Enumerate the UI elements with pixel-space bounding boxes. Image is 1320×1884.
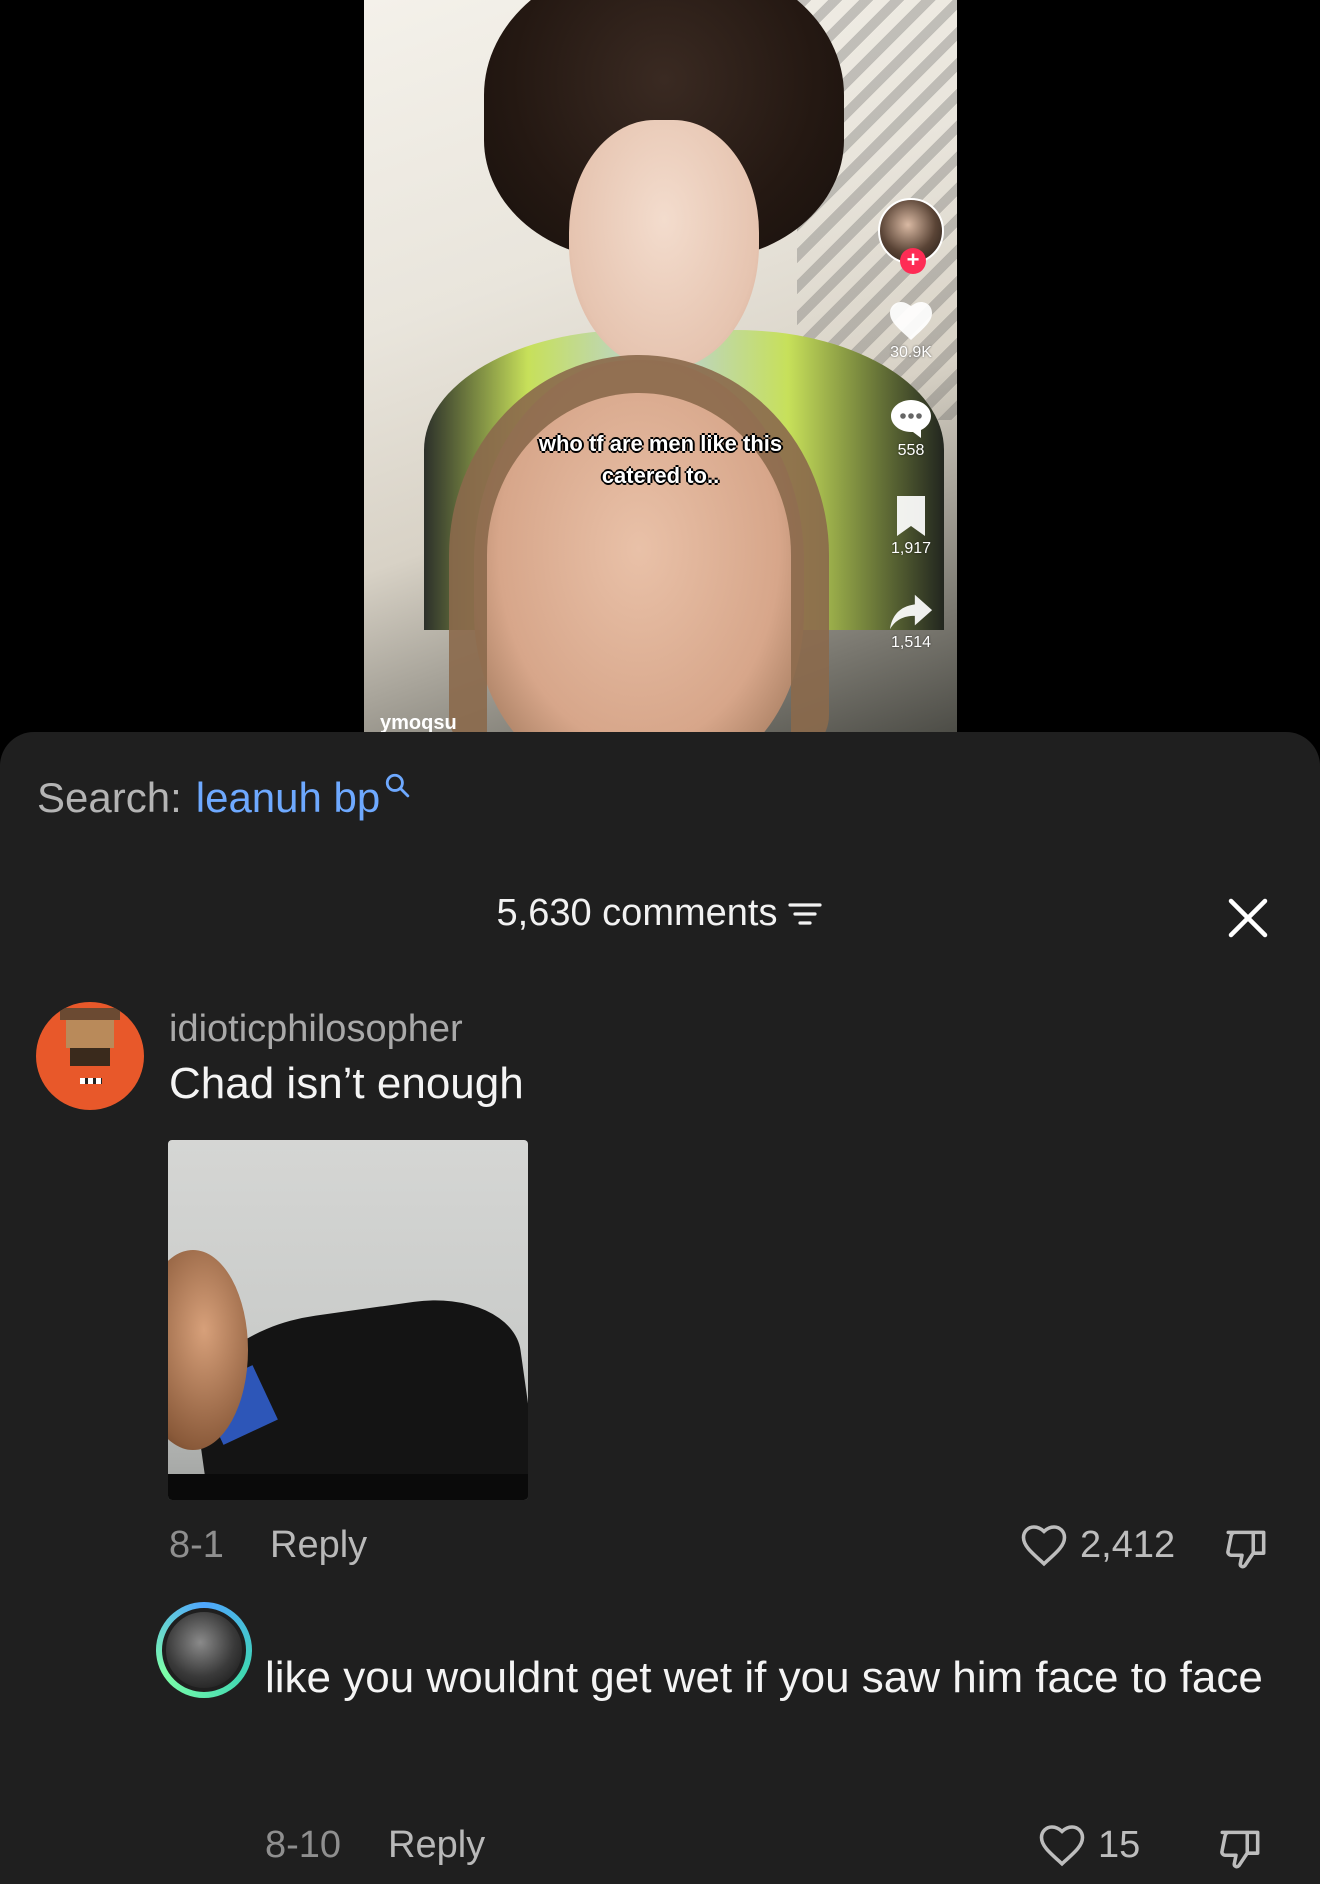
heart-icon xyxy=(890,302,932,340)
share-count: 1,514 xyxy=(890,634,932,651)
comment-item: idioticphilosopher Chad isn’t enough xyxy=(0,1002,1320,1500)
heart-outline-icon xyxy=(1021,1525,1067,1567)
action-rail: + 30.9K 558 1,917 1,514 xyxy=(871,198,951,652)
dislike-icon[interactable] xyxy=(1216,1824,1266,1874)
comment-item: like you wouldnt get wet if you saw him … xyxy=(0,1602,1320,1802)
search-label: Search: xyxy=(37,774,182,821)
comment-meta-row: 8-10 Reply 15 xyxy=(0,1824,1320,1884)
avatar-photo xyxy=(162,1608,246,1692)
comment-action[interactable]: 558 xyxy=(871,396,951,460)
video-player[interactable]: who tf are men like this catered to.. ym… xyxy=(364,0,957,740)
comment-text: like you wouldnt get wet if you saw him … xyxy=(265,1653,1263,1702)
heart-outline-icon xyxy=(1039,1825,1085,1867)
comment-meta-row: 8-1 Reply 2,412 xyxy=(0,1524,1320,1584)
comment-username[interactable]: idioticphilosopher xyxy=(169,1008,463,1051)
share-arrow-icon xyxy=(889,594,933,630)
reply-button[interactable]: Reply xyxy=(270,1524,367,1567)
avatar-pixel-art xyxy=(60,1008,120,1066)
image-bottom-bar xyxy=(168,1474,528,1500)
search-suggestion[interactable]: Search: leanuh bp xyxy=(37,773,410,822)
save-action[interactable]: 1,917 xyxy=(871,494,951,558)
comment-count: 558 xyxy=(897,442,925,459)
reply-button[interactable]: Reply xyxy=(388,1824,485,1867)
comment-like-count: 15 xyxy=(1098,1823,1141,1866)
video-creator-hair xyxy=(449,355,829,740)
search-term-link[interactable]: leanuh bp xyxy=(196,774,381,822)
comment-date: 8-10 xyxy=(265,1824,342,1866)
video-caption: who tf are men like this catered to.. xyxy=(364,428,957,492)
sort-filter-icon[interactable] xyxy=(787,899,823,929)
comment-date: 8-1 xyxy=(169,1524,224,1566)
search-icon xyxy=(386,773,410,798)
follow-plus-icon[interactable]: + xyxy=(900,248,926,274)
avatar[interactable] xyxy=(36,1002,144,1110)
creator-avatar[interactable]: + xyxy=(878,198,944,274)
avatar-teeth xyxy=(80,1078,102,1084)
comment-text: Chad isn’t enough xyxy=(169,1059,524,1108)
comments-sheet: Search: leanuh bp 5,630 comments idiotic… xyxy=(0,732,1320,1884)
comment-like-button[interactable]: 15 xyxy=(1036,1822,1140,1868)
video-caption-line-1: who tf are men like this xyxy=(538,431,783,456)
comments-count-label: 5,630 comments xyxy=(496,892,778,934)
comment-like-button[interactable]: 2,412 xyxy=(1018,1522,1175,1568)
save-count: 1,917 xyxy=(890,540,932,557)
video-caption-line-2: catered to.. xyxy=(601,463,720,488)
bookmark-icon xyxy=(897,496,925,536)
avatar[interactable] xyxy=(156,1602,252,1698)
comments-header: 5,630 comments xyxy=(0,892,1320,935)
video-area: who tf are men like this catered to.. ym… xyxy=(0,0,1320,740)
comment-bubble-icon xyxy=(891,400,931,438)
close-icon[interactable] xyxy=(1226,896,1270,940)
video-subject-face xyxy=(569,120,759,370)
dislike-icon[interactable] xyxy=(1222,1524,1272,1574)
comment-like-count: 2,412 xyxy=(1080,1523,1176,1566)
share-action[interactable]: 1,514 xyxy=(871,592,951,652)
comment-attached-image[interactable] xyxy=(168,1140,528,1500)
like-action[interactable]: 30.9K xyxy=(871,298,951,362)
like-count: 30.9K xyxy=(890,344,932,361)
